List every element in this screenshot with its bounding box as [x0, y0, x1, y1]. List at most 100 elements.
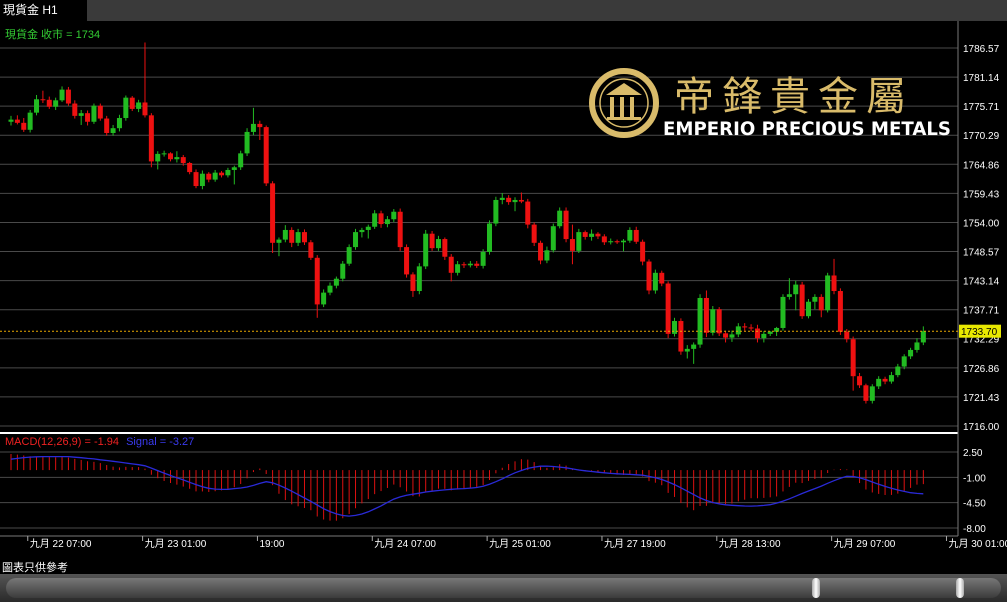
scrollbar-track[interactable]	[6, 578, 1001, 598]
candle	[525, 198, 531, 229]
candle-body	[384, 219, 390, 225]
candle-body	[576, 232, 582, 251]
candle-body	[416, 266, 422, 292]
candle	[576, 228, 582, 253]
candle	[678, 318, 684, 355]
candle-body	[346, 247, 352, 264]
candle-body	[908, 349, 914, 357]
candle-body	[423, 233, 429, 267]
candle-body	[474, 263, 480, 266]
candle-body	[786, 294, 792, 297]
logo-english-name: EMPERIO PRECIOUS METALS	[663, 118, 951, 140]
price-tick-label: 1737.71	[963, 306, 1000, 317]
candle	[799, 281, 805, 319]
candle-body	[697, 297, 703, 345]
candle	[563, 207, 569, 243]
candle-body	[219, 172, 225, 176]
candle-body	[65, 89, 71, 104]
candle	[652, 269, 658, 294]
candle-body	[270, 183, 276, 243]
candle-body	[276, 239, 282, 243]
candle-body	[295, 232, 301, 243]
candle-body	[544, 250, 550, 261]
candle-body	[703, 297, 709, 333]
candle-body	[155, 153, 161, 162]
candle-body	[282, 229, 288, 240]
time-tick-label: 九月 25 01:00	[489, 538, 551, 550]
candle-body	[518, 199, 524, 202]
candle	[104, 115, 110, 136]
candle	[346, 244, 352, 266]
candle-body	[40, 99, 46, 101]
candle-body	[429, 233, 435, 249]
candle-body	[142, 102, 148, 116]
candle-body	[850, 339, 856, 377]
candle-body	[793, 284, 799, 295]
macd-tick-label: -4.50	[963, 499, 986, 510]
candle-body	[659, 272, 665, 284]
candle-body	[321, 292, 327, 305]
candle	[397, 208, 403, 251]
candle-body	[72, 103, 78, 116]
candle-body	[799, 284, 805, 317]
candle-body	[595, 233, 601, 237]
candle-body	[199, 173, 205, 187]
candle-body	[895, 366, 901, 376]
candle-body	[882, 378, 888, 382]
candle-body	[710, 309, 716, 333]
candle-body	[716, 309, 722, 334]
price-legend: 現貨金 收市 = 1734	[5, 27, 100, 41]
candle-body	[180, 157, 186, 164]
tab-chart-title[interactable]: 現貨金 H1	[0, 0, 87, 21]
scrollbar-handle-left[interactable]	[812, 578, 820, 598]
candle-body	[378, 213, 384, 225]
time-tick-label: 九月 30 01:00	[948, 538, 1007, 550]
candle	[308, 240, 314, 260]
candle	[493, 196, 499, 227]
candle-body	[499, 197, 505, 200]
candle-body	[863, 385, 869, 401]
candle	[91, 103, 97, 124]
candle-body	[844, 331, 850, 340]
candle	[65, 86, 71, 106]
candle-body	[129, 97, 135, 109]
candle-body	[633, 229, 639, 242]
candle	[442, 237, 448, 260]
candle-body	[837, 291, 843, 332]
candle-body	[136, 102, 142, 109]
candle	[123, 95, 129, 121]
candle-body	[97, 105, 103, 119]
candle-body	[493, 199, 499, 224]
candle-body	[652, 272, 658, 291]
candle-body	[487, 223, 492, 252]
candle-body	[46, 99, 52, 107]
chart-area: 帝鋒貴金屬 EMPERIO PRECIOUS METALS 1786.57 178…	[0, 21, 1007, 574]
candle-body	[257, 123, 263, 128]
candle-body	[920, 331, 926, 343]
disclaimer-note: 圖表只供參考	[2, 562, 68, 574]
candle-body	[91, 105, 97, 122]
candle-body	[8, 119, 14, 122]
candle-body	[569, 239, 575, 251]
candle-body	[620, 240, 626, 243]
candle-body	[550, 226, 556, 251]
candle-body	[857, 376, 863, 386]
candle-body	[34, 99, 40, 113]
candle	[270, 181, 276, 253]
candle-body	[614, 241, 620, 243]
candle-body	[806, 301, 811, 317]
candle	[869, 384, 875, 404]
candle-body	[640, 241, 646, 262]
logo-chinese-name: 帝鋒貴金屬	[674, 74, 914, 120]
price-tick-label: 1764.86	[963, 160, 1000, 171]
time-tick-label: 九月 24 07:00	[374, 538, 436, 550]
time-scrollbar[interactable]	[0, 574, 1007, 602]
candle-body	[455, 264, 461, 273]
candle-body	[340, 263, 346, 279]
candle-body	[333, 278, 339, 286]
candle-body	[563, 210, 569, 240]
candle-body	[888, 375, 894, 382]
candle	[646, 259, 652, 295]
scrollbar-handle-right[interactable]	[956, 578, 964, 598]
candle-body	[646, 261, 652, 291]
